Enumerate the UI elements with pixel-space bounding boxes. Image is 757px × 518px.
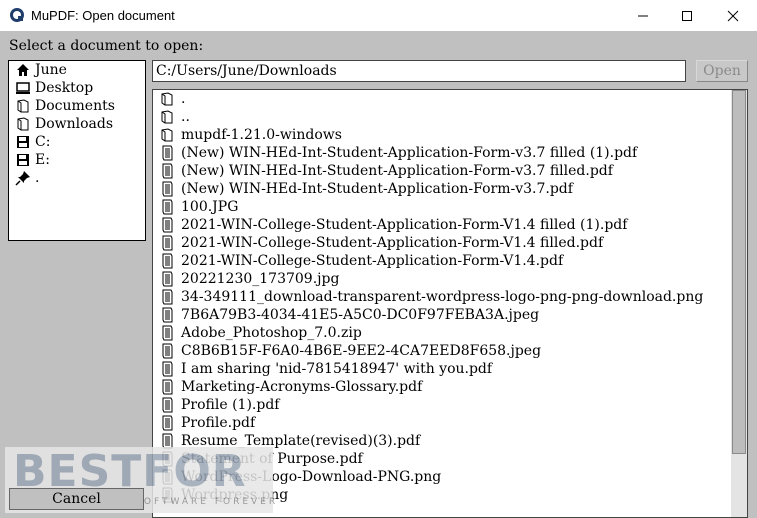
file-row[interactable]: Profile.pdf xyxy=(153,414,731,432)
document-icon xyxy=(159,325,177,341)
file-name: Profile (1).pdf xyxy=(181,397,280,413)
mupdf-app-icon xyxy=(9,7,25,23)
path-input[interactable]: C:/Users/June/Downloads xyxy=(152,60,686,82)
window-title: MuPDF: Open document xyxy=(31,8,175,23)
cancel-button[interactable]: Cancel xyxy=(9,488,144,510)
file-row[interactable]: (New) WIN-HEd-Int-Student-Application-Fo… xyxy=(153,162,731,180)
place-label: June xyxy=(35,62,67,78)
file-name: C8B6B15F-F6A0-4B6E-9EE2-4CA7EED8F658.jpe… xyxy=(181,343,542,359)
file-row[interactable]: 20221230_173709.jpg xyxy=(153,270,731,288)
file-name: 2021-WIN-College-Student-Application-For… xyxy=(181,253,564,269)
folder-icon xyxy=(159,127,177,143)
place-label: Desktop xyxy=(35,80,94,96)
file-list-scrollbar[interactable] xyxy=(731,90,747,517)
document-icon xyxy=(159,397,177,413)
minimize-icon xyxy=(638,15,648,16)
file-row[interactable]: 2021-WIN-College-Student-Application-For… xyxy=(153,234,731,252)
file-row[interactable]: 2021-WIN-College-Student-Application-For… xyxy=(153,216,731,234)
close-icon xyxy=(727,10,739,21)
maximize-button[interactable] xyxy=(664,0,710,31)
file-row[interactable]: Profile (1).pdf xyxy=(153,396,731,414)
file-name: 2021-WIN-College-Student-Application-For… xyxy=(181,235,604,251)
document-icon xyxy=(159,271,177,287)
document-icon xyxy=(159,415,177,431)
place-item-desktop[interactable]: Desktop xyxy=(9,79,145,97)
file-name: Marketing-Acronyms-Glossary.pdf xyxy=(181,379,423,395)
open-button[interactable]: Open xyxy=(696,60,748,82)
document-icon xyxy=(159,163,177,179)
file-name: . xyxy=(181,91,186,107)
file-row[interactable]: (New) WIN-HEd-Int-Student-Application-Fo… xyxy=(153,180,731,198)
home-icon xyxy=(15,62,33,78)
file-name: Adobe_Photoshop_7.0.zip xyxy=(181,325,362,341)
title-bar: MuPDF: Open document xyxy=(0,0,757,31)
folder-row[interactable]: . xyxy=(153,90,731,108)
close-button[interactable] xyxy=(710,0,756,31)
document-icon xyxy=(159,217,177,233)
document-icon xyxy=(159,289,177,305)
document-icon xyxy=(159,199,177,215)
folder-icon xyxy=(159,91,177,107)
document-icon xyxy=(159,145,177,161)
file-row[interactable]: 100.JPG xyxy=(153,198,731,216)
places-list: June Desktop Documents Downloads C: E: . xyxy=(8,60,146,241)
disk-icon xyxy=(15,134,33,150)
document-icon xyxy=(159,307,177,323)
document-icon xyxy=(159,343,177,359)
file-name: I am sharing 'nid-7815418947' with you.p… xyxy=(181,361,493,377)
file-row[interactable]: Marketing-Acronyms-Glossary.pdf xyxy=(153,378,731,396)
file-name: 100.JPG xyxy=(181,199,239,215)
place-label: Documents xyxy=(35,98,115,114)
file-row[interactable]: 34-349111_download-transparent-wordpress… xyxy=(153,288,731,306)
pin-icon xyxy=(15,170,33,186)
file-row[interactable]: C8B6B15F-F6A0-4B6E-9EE2-4CA7EED8F658.jpe… xyxy=(153,342,731,360)
document-icon xyxy=(159,235,177,251)
file-row[interactable]: 7B6A79B3-4034-41E5-A5C0-DC0F97FEBA3A.jpe… xyxy=(153,306,731,324)
place-item-downloads[interactable]: Downloads xyxy=(9,115,145,133)
place-item-home[interactable]: June xyxy=(9,61,145,79)
file-row[interactable]: I am sharing 'nid-7815418947' with you.p… xyxy=(153,360,731,378)
place-item-drive-c[interactable]: C: xyxy=(9,133,145,151)
file-name: 20221230_173709.jpg xyxy=(181,271,340,287)
place-item-pinned[interactable]: . xyxy=(9,169,145,187)
file-name: (New) WIN-HEd-Int-Student-Application-Fo… xyxy=(181,145,638,161)
file-row[interactable]: Adobe_Photoshop_7.0.zip xyxy=(153,324,731,342)
document-icon xyxy=(159,379,177,395)
folder-icon xyxy=(15,116,33,132)
desktop-icon xyxy=(15,80,33,96)
document-icon xyxy=(159,181,177,197)
file-name: 34-349111_download-transparent-wordpress… xyxy=(181,289,704,305)
folder-row[interactable]: .. xyxy=(153,108,731,126)
file-name: 7B6A79B3-4034-41E5-A5C0-DC0F97FEBA3A.jpe… xyxy=(181,307,540,323)
folder-row[interactable]: mupdf-1.21.0-windows xyxy=(153,126,731,144)
place-label: . xyxy=(35,170,40,186)
document-icon xyxy=(159,253,177,269)
file-name: Profile.pdf xyxy=(181,415,256,431)
place-label: C: xyxy=(35,134,51,150)
folder-icon xyxy=(15,98,33,114)
file-name: .. xyxy=(181,109,190,125)
place-item-documents[interactable]: Documents xyxy=(9,97,145,115)
dialog-prompt: Select a document to open: xyxy=(9,38,204,54)
document-icon xyxy=(159,361,177,377)
place-label: E: xyxy=(35,152,50,168)
file-row[interactable]: (New) WIN-HEd-Int-Student-Application-Fo… xyxy=(153,144,731,162)
scrollbar-thumb[interactable] xyxy=(732,90,746,454)
file-name: mupdf-1.21.0-windows xyxy=(181,127,342,143)
place-item-drive-e[interactable]: E: xyxy=(9,151,145,169)
file-name: 2021-WIN-College-Student-Application-For… xyxy=(181,217,628,233)
file-name: (New) WIN-HEd-Int-Student-Application-Fo… xyxy=(181,181,573,197)
file-name: (New) WIN-HEd-Int-Student-Application-Fo… xyxy=(181,163,613,179)
disk-icon xyxy=(15,152,33,168)
folder-icon xyxy=(159,109,177,125)
minimize-button[interactable] xyxy=(620,0,666,31)
file-row[interactable]: 2021-WIN-College-Student-Application-For… xyxy=(153,252,731,270)
maximize-icon xyxy=(682,10,692,21)
place-label: Downloads xyxy=(35,116,114,132)
